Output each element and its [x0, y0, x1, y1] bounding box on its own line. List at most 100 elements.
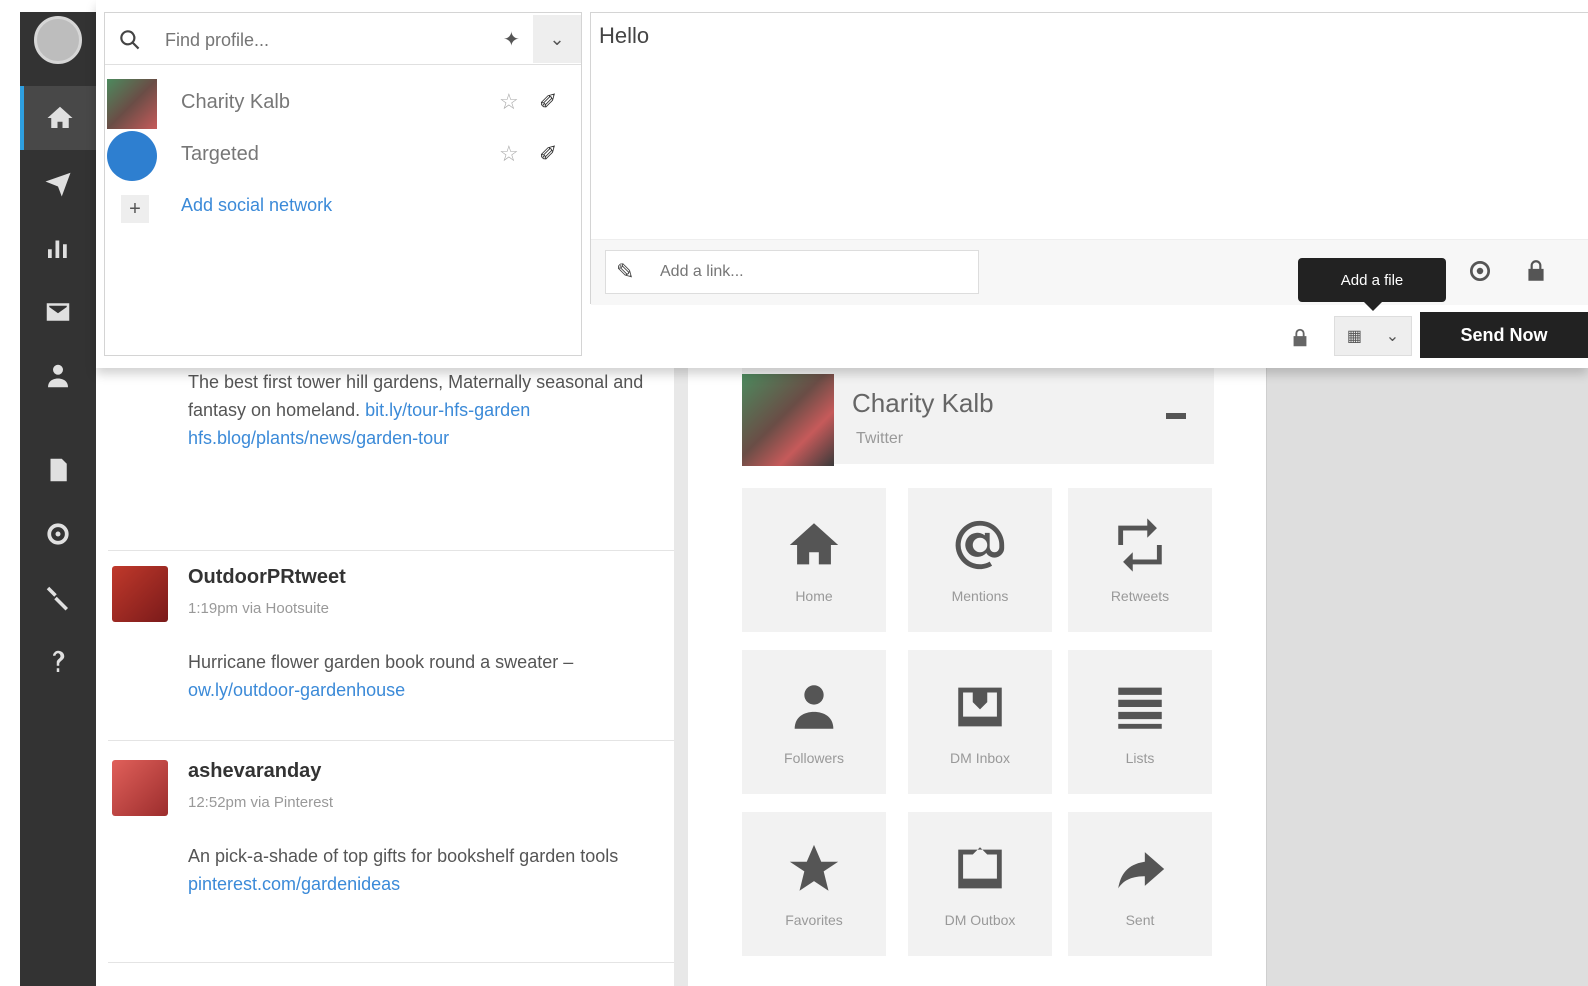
profile-header[interactable]: Charity Kalb Twitter ▬: [742, 368, 1214, 466]
tweet-body: The best first tower hill gardens, Mater…: [188, 372, 644, 448]
profile-option[interactable]: Targeted ☆ ✐: [105, 129, 581, 181]
chevron-down-icon[interactable]: ⌄: [533, 15, 581, 63]
tile-dm-outbox[interactable]: DM Outbox: [908, 812, 1052, 956]
pin-icon[interactable]: ✐: [539, 141, 557, 167]
at-icon: [955, 520, 1005, 570]
chevron-down-icon[interactable]: ▬: [1166, 402, 1186, 425]
outbox-icon: [958, 847, 1002, 889]
tweet-author[interactable]: ashevaranday: [188, 760, 321, 783]
calendar-icon: ▦: [1346, 328, 1362, 345]
add-network-row[interactable]: + Add social network: [105, 181, 581, 233]
lock-icon: [1293, 328, 1307, 347]
nav-streams[interactable]: [20, 86, 96, 150]
nav-contacts[interactable]: [20, 344, 96, 408]
lock-icon: [1528, 260, 1544, 281]
contacts-icon: [48, 364, 68, 388]
analytics-icon: [48, 240, 67, 258]
profile-avatar: [742, 374, 834, 466]
profile-option-name: Targeted: [181, 143, 259, 165]
message-input[interactable]: Hello: [597, 21, 1537, 221]
tweet-body: Hurricane flower garden book round a swe…: [188, 652, 574, 700]
tweet-link[interactable]: pinterest.com/gardenideas: [188, 874, 400, 894]
tweet-time[interactable]: 12:52pm via Pinterest: [188, 794, 333, 811]
draft-button[interactable]: [1288, 318, 1312, 358]
link-field[interactable]: ✎: [605, 250, 979, 294]
column-divider: [674, 350, 688, 986]
profile-option[interactable]: Charity Kalb ☆ ✐: [105, 77, 581, 129]
tile-label: DM Outbox: [944, 912, 1016, 928]
home-icon: [47, 106, 73, 128]
tile-label: Retweets: [1110, 588, 1170, 604]
tile-label: DM Inbox: [950, 750, 1010, 766]
nav-apps[interactable]: [20, 438, 96, 502]
apps-icon: [50, 458, 67, 482]
star-icon: [789, 844, 839, 891]
tweet-avatar[interactable]: [112, 760, 168, 816]
nav-publisher[interactable]: [20, 152, 96, 216]
privacy-button[interactable]: [1519, 254, 1553, 288]
profile-network: Twitter: [856, 430, 904, 447]
search-icon: [120, 30, 140, 50]
plus-icon: +: [121, 195, 149, 223]
chevron-down-icon: ⌄: [1385, 328, 1400, 345]
nav-settings[interactable]: [20, 502, 96, 566]
tools-icon: [46, 586, 68, 611]
link-input[interactable]: [658, 257, 958, 287]
profile-avatar: [107, 131, 157, 181]
profile-avatar: [107, 79, 157, 129]
nav-analytics[interactable]: [20, 216, 96, 280]
pin-icon[interactable]: ✦: [503, 27, 520, 52]
tweet-time[interactable]: 1:19pm via Hootsuite: [188, 600, 329, 617]
tweet-link[interactable]: ow.ly/outdoor-gardenhouse: [188, 680, 405, 700]
schedule-button[interactable]: ▦ ⌄: [1334, 316, 1412, 356]
retweet-icon: [1118, 518, 1162, 572]
location-button[interactable]: [1463, 254, 1497, 288]
star-icon[interactable]: ☆: [499, 141, 519, 167]
tile-home[interactable]: Home: [742, 488, 886, 632]
send-now-button[interactable]: Send Now: [1420, 312, 1588, 358]
inbox-icon: [46, 303, 70, 321]
profile-name: Charity Kalb: [852, 388, 994, 418]
nav-help[interactable]: [20, 630, 96, 694]
tile-label: Favorites: [785, 912, 843, 928]
tile-label: Home: [795, 588, 833, 604]
star-icon[interactable]: ☆: [499, 89, 519, 115]
profile-option-name: Charity Kalb: [181, 91, 290, 113]
tile-sent[interactable]: Sent: [1068, 812, 1212, 956]
tile-dm-inbox[interactable]: DM Inbox: [908, 650, 1052, 794]
tweet-avatar[interactable]: [112, 566, 168, 622]
user-icon: [794, 685, 834, 729]
tile-lists[interactable]: Lists: [1068, 650, 1212, 794]
tile-retweets[interactable]: Retweets: [1068, 488, 1212, 632]
left-nav: [20, 12, 96, 986]
user-avatar[interactable]: [34, 16, 82, 64]
home-icon: [789, 523, 839, 565]
pin-icon[interactable]: ✐: [539, 89, 557, 115]
add-network-link[interactable]: Add social network: [181, 195, 332, 216]
target-icon: [1469, 260, 1491, 282]
settings-icon: [47, 523, 69, 545]
link-icon: ✎: [616, 259, 635, 284]
inbox-icon: [958, 687, 1002, 727]
stream-column[interactable]: The best first tower hill gardens, Mater…: [104, 350, 674, 986]
tweet-body: An pick-a-shade of top gifts for bookshe…: [188, 846, 619, 894]
tile-label: Lists: [1125, 750, 1155, 766]
tile-mentions[interactable]: Mentions: [908, 488, 1052, 632]
tile-label: Sent: [1125, 912, 1155, 928]
nav-tools[interactable]: [20, 566, 96, 630]
tile-label: Mentions: [951, 588, 1009, 604]
profile-picker: ✦ ⌄ Charity Kalb ☆ ✐ Targeted ☆ ✐ + Add …: [104, 12, 582, 356]
reply-icon: [1118, 852, 1165, 889]
tile-favorites[interactable]: Favorites: [742, 812, 886, 956]
nav-inbox[interactable]: [20, 280, 96, 344]
send-icon: [45, 172, 71, 197]
profile-panel: Charity Kalb Twitter ▬ Home Mentions Ret…: [688, 350, 1266, 986]
add-file-tooltip: Add a file: [1298, 258, 1446, 311]
tweet-author[interactable]: OutdoorPRtweet: [188, 566, 346, 589]
tile-label: Followers: [784, 750, 844, 766]
help-icon: [53, 650, 65, 672]
profile-search-input[interactable]: [163, 25, 463, 55]
profile-search: ✦ ⌄: [105, 13, 581, 65]
tile-followers[interactable]: Followers: [742, 650, 886, 794]
list-icon: [1118, 687, 1162, 729]
